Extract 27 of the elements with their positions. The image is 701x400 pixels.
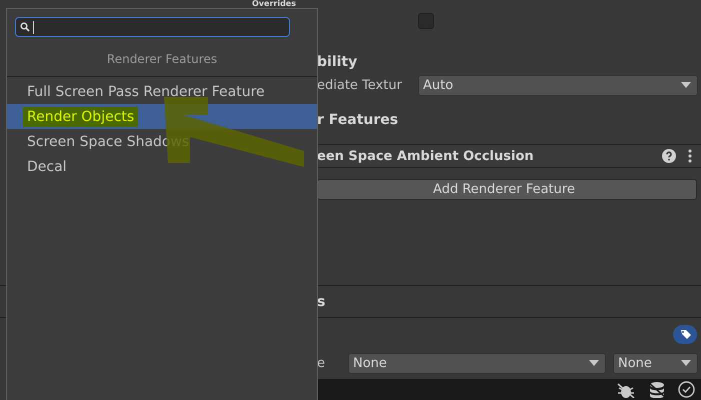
caret-icon: [681, 360, 691, 366]
dropdown[interactable]: None: [613, 352, 698, 374]
field-label: ediate Textur: [317, 78, 403, 92]
menu-item[interactable]: Decal: [7, 154, 317, 179]
feature-header[interactable]: een Space Ambient Occlusion: [317, 144, 701, 168]
add-renderer-feature-button[interactable]: Add Renderer Feature: [317, 179, 697, 200]
dropdown[interactable]: Auto: [418, 74, 698, 96]
more-icon[interactable]: [688, 149, 692, 163]
search-icon: [20, 22, 30, 32]
section-heading: r Features: [317, 112, 398, 128]
checkbox[interactable]: [418, 13, 434, 29]
section-title: Overrides: [252, 0, 296, 8]
feature-title: een Space Ambient Occlusion: [317, 148, 535, 164]
menu-item[interactable]: Full Screen Pass Renderer Feature: [7, 79, 317, 104]
help-icon[interactable]: [662, 149, 676, 163]
database-icon[interactable]: [648, 382, 666, 398]
section-heading: s: [317, 294, 326, 310]
section-heading: bility: [317, 54, 358, 70]
caret-icon: [589, 360, 599, 366]
search-field[interactable]: [15, 17, 290, 37]
popup-title: Renderer Features: [106, 52, 218, 68]
bug-icon[interactable]: [616, 382, 636, 398]
tag-icon[interactable]: [673, 325, 697, 344]
check-circle-icon[interactable]: [678, 381, 695, 398]
dropdown[interactable]: None: [348, 352, 606, 374]
field-label: e: [317, 356, 326, 370]
caret-icon: [681, 82, 691, 88]
